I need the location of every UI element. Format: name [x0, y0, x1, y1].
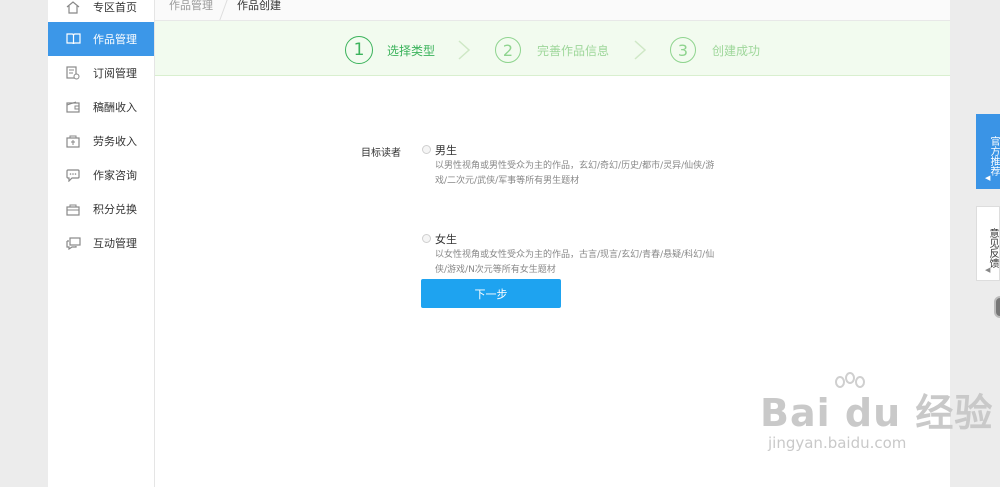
breadcrumb-current: 作品创建 [237, 0, 281, 12]
sidebar-item-label: 积分兑换 [93, 203, 137, 216]
breadcrumb: 作品管理 作品创建 [155, 0, 950, 21]
step-1-label: 选择类型 [387, 44, 436, 58]
gift-box-icon [65, 201, 81, 217]
sidebar-item-interaction[interactable]: 互动管理 [48, 226, 154, 260]
target-reader-label: 目标读者 [361, 148, 401, 159]
sidebar-item-subscription[interactable]: 订阅管理 [48, 56, 154, 90]
chat-icon [65, 167, 81, 183]
home-icon [65, 0, 81, 15]
chevron-right-icon [458, 40, 471, 60]
sidebar-item-label: 作家咨询 [93, 169, 137, 182]
sidebar-item-royalty[interactable]: 稿酬收入 [48, 90, 154, 124]
sidebar-item-label: 专区首页 [93, 1, 137, 14]
sidebar-item-service-income[interactable]: 劳务收入 [48, 124, 154, 158]
breadcrumb-parent[interactable]: 作品管理 [169, 0, 213, 12]
breadcrumb-separator [219, 0, 228, 20]
option-female-desc: 以女性视角或女性受众为主的作品，古言/现言/玄幻/青春/悬疑/科幻/仙侠/游戏/… [435, 250, 715, 275]
sidebar-item-label: 劳务收入 [93, 135, 137, 148]
step-progress: 1 选择类型 2 完善作品信息 3 创建成功 [155, 21, 950, 76]
step-3-label: 创建成功 [712, 44, 761, 58]
sidebar-item-label: 稿酬收入 [93, 101, 137, 114]
caret-left-icon: ◀ [985, 174, 991, 182]
watermark-url: jingyan.baidu.com [768, 434, 907, 452]
step-3-circle: 3 [670, 37, 696, 63]
radio-male[interactable] [422, 145, 431, 154]
radio-female[interactable] [422, 234, 431, 243]
watermark-text: Bai du 经验 [760, 391, 994, 435]
feedback-label: 意见反馈 [987, 227, 998, 268]
option-female-title[interactable]: 女生 [435, 231, 457, 247]
wallet-icon [65, 99, 81, 115]
service-income-icon [65, 133, 81, 149]
step-1-circle: 1 [345, 36, 373, 64]
sidebar-item-label: 作品管理 [93, 33, 137, 46]
sidebar-item-consult[interactable]: 作家咨询 [48, 158, 154, 192]
next-step-button[interactable]: 下一步 [421, 279, 561, 308]
sidebar-item-points[interactable]: 积分兑换 [48, 192, 154, 226]
step-2-label: 完善作品信息 [537, 44, 610, 58]
scroll-top-button[interactable] [994, 296, 1000, 318]
option-male-desc: 以男性视角或男性受众为主的作品，玄幻/奇幻/历史/都市/灵异/仙侠/游戏/二次元… [435, 161, 715, 186]
sidebar-item-label: 订阅管理 [93, 67, 137, 80]
chevron-right-icon [634, 40, 647, 60]
step-2-circle: 2 [495, 37, 521, 63]
sidebar-item-label: 互动管理 [93, 237, 137, 250]
official-recommend-label: 官方推荐 [988, 135, 999, 176]
sidebar: 专区首页 作品管理 订阅管理 稿酬收入 劳务收入 作家咨询 积分兑换 互动管理 [48, 0, 155, 487]
sidebar-item-home[interactable]: 专区首页 [48, 0, 154, 24]
watermark: Bai du 经验 jingyan.baidu.com [760, 372, 994, 452]
sidebar-item-works[interactable]: 作品管理 [48, 22, 154, 56]
option-male-title[interactable]: 男生 [435, 142, 457, 158]
caret-left-icon: ◀ [985, 266, 991, 274]
left-gutter [0, 0, 48, 487]
paw-icon [835, 372, 865, 388]
interaction-icon [65, 235, 81, 251]
book-icon [65, 31, 81, 47]
subscription-icon [65, 65, 81, 81]
